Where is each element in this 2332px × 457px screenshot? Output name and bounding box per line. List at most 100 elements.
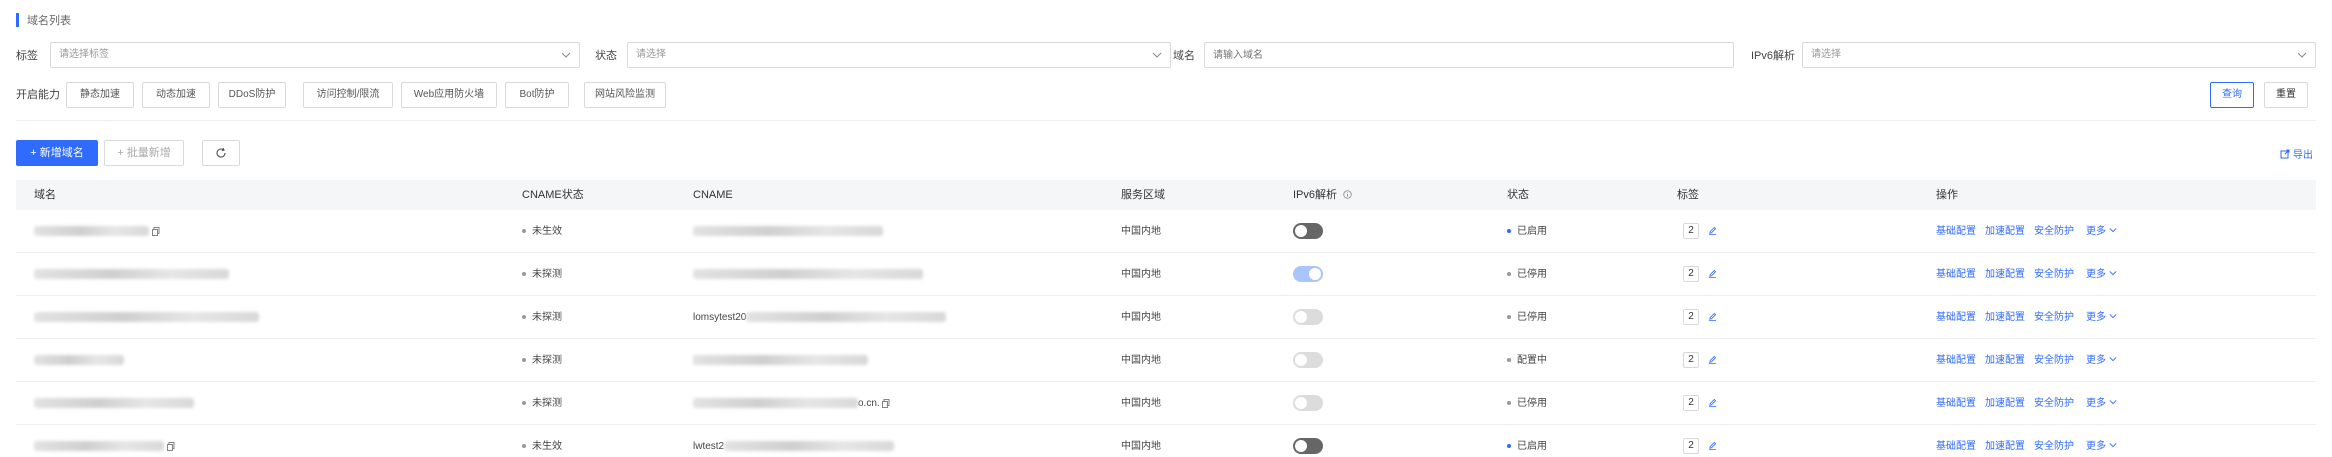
more-label: 更多 xyxy=(2086,441,2106,452)
ipv6-toggle[interactable] xyxy=(1293,266,1323,282)
edit-icon[interactable] xyxy=(1708,355,1717,364)
status-dot xyxy=(1507,229,1511,234)
ipv6-toggle[interactable] xyxy=(1293,309,1323,325)
basic-config-link[interactable]: 基础配置 xyxy=(1936,425,1976,457)
cname-cell xyxy=(693,339,868,382)
ipv6-toggle[interactable] xyxy=(1293,223,1323,239)
more-menu[interactable]: 更多 xyxy=(2086,210,2117,253)
cname-status-cell: 未探测 xyxy=(522,382,562,425)
ipv6-filter-label: IPv6解析 xyxy=(1751,50,1796,62)
security-link[interactable]: 安全防护 xyxy=(2034,296,2074,339)
cap-waf[interactable]: Web应用防火墙 xyxy=(401,82,497,108)
cname-status-cell: 未探测 xyxy=(522,296,562,339)
accel-config-link[interactable]: 加速配置 xyxy=(1985,425,2025,457)
table-row: 未探测 lomsytest20 中国内地 已停用 2 基础配置 加速配置 安全防… xyxy=(16,296,2316,339)
batch-add-label: 批量新增 xyxy=(126,147,171,159)
status-dot xyxy=(522,401,526,406)
col-domain: 域名 xyxy=(34,189,56,201)
edit-icon[interactable] xyxy=(1708,226,1717,235)
status-text: 已停用 xyxy=(1517,398,1547,409)
cap-risk-monitor[interactable]: 网站风险监测 xyxy=(584,82,666,108)
edit-icon[interactable] xyxy=(1708,441,1717,450)
copy-icon[interactable] xyxy=(166,441,175,451)
security-link[interactable]: 安全防护 xyxy=(2034,253,2074,296)
domain-search-input[interactable] xyxy=(1204,42,1734,68)
reset-button[interactable]: 重置 xyxy=(2264,82,2308,108)
table-header: 域名 CNAME状态 CNAME 服务区域 IPv6解析 状态 标签 操作 xyxy=(16,180,2316,210)
edit-icon[interactable] xyxy=(1708,269,1717,278)
cap-access-control[interactable]: 访问控制/限流 xyxy=(303,82,393,108)
cname-cell: lwtest2 xyxy=(693,425,895,457)
status-cell: 已停用 xyxy=(1507,253,1547,296)
export-button[interactable]: 导出 xyxy=(2280,146,2313,161)
cap-dynamic-accel[interactable]: 动态加速 xyxy=(142,82,210,108)
region-cell: 中国内地 xyxy=(1121,269,1161,280)
domain-cell xyxy=(34,382,194,425)
cap-static-accel[interactable]: 静态加速 xyxy=(66,82,134,108)
domain-table: 域名 CNAME状态 CNAME 服务区域 IPv6解析 状态 标签 操作 未生… xyxy=(16,180,2316,457)
batch-add-button[interactable]: + 批量新增 xyxy=(104,140,184,166)
status-dot xyxy=(1507,358,1511,363)
more-menu[interactable]: 更多 xyxy=(2086,425,2117,457)
more-menu[interactable]: 更多 xyxy=(2086,296,2117,339)
edit-icon[interactable] xyxy=(1708,398,1717,407)
col-status: 状态 xyxy=(1507,189,1529,201)
col-cname-status: CNAME状态 xyxy=(522,189,584,201)
region-cell: 中国内地 xyxy=(1121,226,1161,237)
status-text: 配置中 xyxy=(1517,355,1547,366)
tag-count: 2 xyxy=(1683,309,1699,325)
region-cell: 中国内地 xyxy=(1121,441,1161,452)
tag-count: 2 xyxy=(1683,438,1699,454)
accel-config-link[interactable]: 加速配置 xyxy=(1985,382,2025,425)
accel-config-link[interactable]: 加速配置 xyxy=(1985,339,2025,382)
accel-config-link[interactable]: 加速配置 xyxy=(1985,296,2025,339)
add-domain-label: 新增域名 xyxy=(39,147,84,159)
ipv6-toggle[interactable] xyxy=(1293,395,1323,411)
basic-config-link[interactable]: 基础配置 xyxy=(1936,382,1976,425)
cname-status-cell: 未生效 xyxy=(522,425,562,457)
chevron-down-icon xyxy=(2109,314,2117,319)
ipv6-select[interactable]: 请选择 xyxy=(1802,42,2316,68)
basic-config-link[interactable]: 基础配置 xyxy=(1936,253,1976,296)
status-select[interactable]: 请选择 xyxy=(627,42,1171,68)
more-menu[interactable]: 更多 xyxy=(2086,253,2117,296)
security-link[interactable]: 安全防护 xyxy=(2034,382,2074,425)
divider xyxy=(16,120,2316,121)
accel-config-link[interactable]: 加速配置 xyxy=(1985,210,2025,253)
cap-ddos[interactable]: DDoS防护 xyxy=(218,82,286,108)
domain-cell xyxy=(34,425,175,457)
cname-cell: o.cn. xyxy=(693,382,890,425)
accel-config-link[interactable]: 加速配置 xyxy=(1985,253,2025,296)
section-title-text: 域名列表 xyxy=(27,15,71,27)
security-link[interactable]: 安全防护 xyxy=(2034,339,2074,382)
basic-config-link[interactable]: 基础配置 xyxy=(1936,210,1976,253)
status-cell: 已启用 xyxy=(1507,210,1547,253)
table-row: 未探测 中国内地 配置中 2 基础配置 加速配置 安全防护 更多 xyxy=(16,339,2316,382)
refresh-button[interactable] xyxy=(202,140,240,166)
security-link[interactable]: 安全防护 xyxy=(2034,425,2074,457)
copy-icon[interactable] xyxy=(882,398,890,408)
info-icon[interactable] xyxy=(1343,190,1352,199)
basic-config-link[interactable]: 基础配置 xyxy=(1936,339,1976,382)
status-dot xyxy=(1507,315,1511,320)
export-label: 导出 xyxy=(2293,150,2313,161)
ipv6-select-placeholder: 请选择 xyxy=(1811,49,1841,60)
section-title: 域名列表 xyxy=(16,12,71,28)
more-label: 更多 xyxy=(2086,226,2106,237)
ipv6-toggle[interactable] xyxy=(1293,352,1323,368)
domain-cell xyxy=(34,296,259,339)
basic-config-link[interactable]: 基础配置 xyxy=(1936,296,1976,339)
add-domain-button[interactable]: + 新增域名 xyxy=(16,140,98,166)
cap-bot[interactable]: Bot防护 xyxy=(505,82,569,108)
security-link[interactable]: 安全防护 xyxy=(2034,210,2074,253)
edit-icon[interactable] xyxy=(1708,312,1717,321)
plus-icon: + xyxy=(117,147,127,159)
status-dot xyxy=(522,272,526,277)
query-button[interactable]: 查询 xyxy=(2210,82,2254,108)
more-menu[interactable]: 更多 xyxy=(2086,339,2117,382)
copy-icon[interactable] xyxy=(151,226,160,236)
more-menu[interactable]: 更多 xyxy=(2086,382,2117,425)
title-accent-bar xyxy=(16,13,19,27)
ipv6-toggle[interactable] xyxy=(1293,438,1323,454)
tag-select[interactable]: 请选择标签 xyxy=(50,42,580,68)
